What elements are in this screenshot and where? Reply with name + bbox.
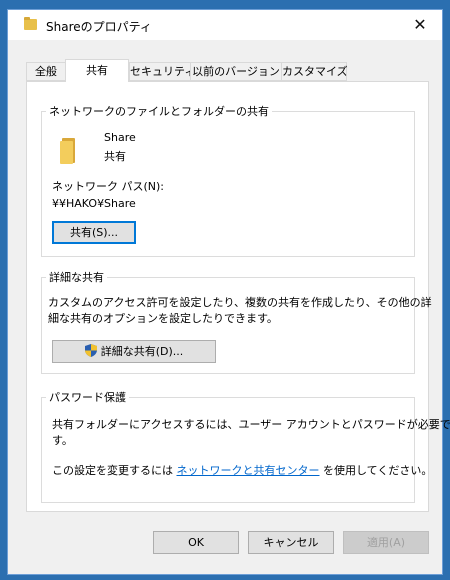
tab-previous-versions[interactable]: 以前のバージョン	[190, 62, 282, 81]
advanced-share-label: 詳細な共有(D)...	[100, 345, 184, 358]
close-icon: ✕	[413, 15, 427, 34]
advanced-share-button[interactable]: 詳細な共有(D)...	[52, 340, 216, 363]
advanced-description-line1: カスタムのアクセス許可を設定したり、複数の共有を作成したり、その他の詳	[48, 296, 432, 309]
network-path-label: ネットワーク パス(N):	[52, 180, 165, 193]
title-bar[interactable]: Shareのプロパティ ✕	[8, 10, 442, 40]
uac-shield-icon	[84, 344, 97, 357]
sharing-tab-panel: ネットワークのファイルとフォルダーの共有 Share 共有 ネットワーク パス(…	[26, 81, 450, 512]
tab-bar: 全般 共有 セキュリティ 以前のバージョン カスタマイズ	[26, 59, 426, 82]
group-title: ネットワークのファイルとフォルダーの共有	[46, 103, 272, 119]
ok-button[interactable]: OK	[153, 531, 239, 554]
folder-name: Share	[104, 131, 136, 144]
change-setting-text: この設定を変更するには ネットワークと共有センター を使用してください。	[52, 462, 432, 478]
share-button[interactable]: 共有(S)...	[52, 221, 136, 244]
change-suffix: を使用してください。	[319, 464, 433, 477]
password-description-line1: 共有フォルダーにアクセスするには、ユーザー アカウントとパスワードが必要で	[52, 418, 450, 431]
network-share-group: ネットワークのファイルとフォルダーの共有 Share 共有 ネットワーク パス(…	[41, 103, 415, 257]
cancel-button[interactable]: キャンセル	[248, 531, 334, 554]
properties-window: Shareのプロパティ ✕ 全般 共有 セキュリティ 以前のバージョン カスタマ…	[7, 9, 450, 575]
group-title: パスワード保護	[46, 389, 129, 405]
password-description-line2: す。	[52, 434, 73, 447]
group-title: 詳細な共有	[46, 269, 107, 285]
tab-sharing[interactable]: 共有	[65, 59, 129, 82]
window-title: Shareのプロパティ	[46, 20, 152, 34]
tab-security[interactable]: セキュリティ	[129, 62, 195, 81]
tab-customize[interactable]: カスタマイズ	[281, 62, 348, 81]
close-button[interactable]: ✕	[398, 10, 442, 40]
network-sharing-center-link[interactable]: ネットワークと共有センター	[177, 464, 320, 477]
folder-icon	[60, 138, 76, 164]
password-protection-group: パスワード保護 共有フォルダーにアクセスするには、ユーザー アカウントとパスワー…	[41, 389, 450, 503]
change-prefix: この設定を変更するには	[52, 464, 177, 477]
folder-icon	[24, 17, 37, 30]
tab-general[interactable]: 全般	[26, 62, 66, 81]
apply-button[interactable]: 適用(A)	[343, 531, 429, 554]
advanced-description-line2: 細な共有のオプションを設定したりできます。	[48, 312, 278, 325]
advanced-share-group: 詳細な共有 カスタムのアクセス許可を設定したり、複数の共有を作成したり、その他の…	[41, 269, 432, 374]
network-path-value: ¥¥HAKO¥Share	[52, 197, 136, 210]
folder-share-status: 共有	[104, 150, 126, 163]
